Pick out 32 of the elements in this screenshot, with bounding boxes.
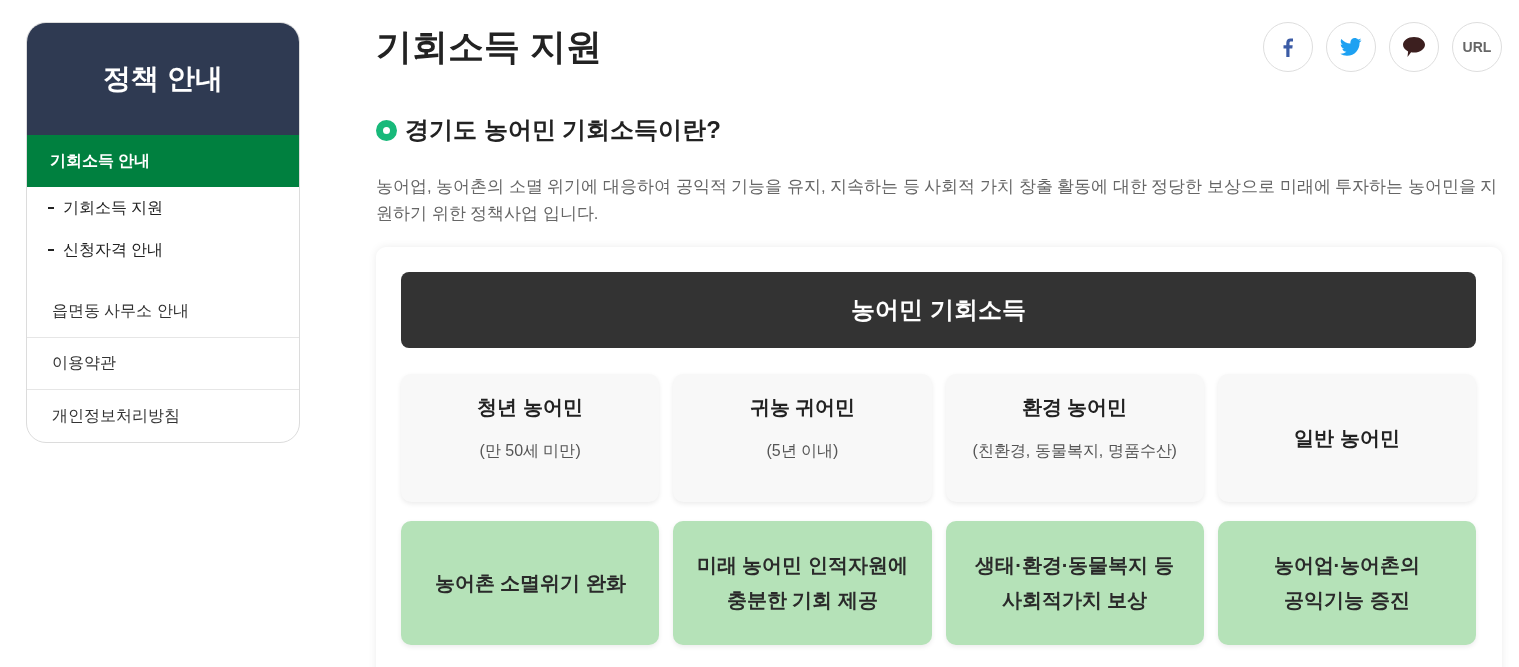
twitter-share-button[interactable] <box>1326 22 1376 72</box>
sidebar-title: 정책 안내 <box>27 23 299 135</box>
sidebar-subitem[interactable]: 신청자격 안내 <box>63 239 164 261</box>
page-title: 기회소득 지원 <box>376 25 602 69</box>
group-note: (친환경, 동물복지, 명품수산) <box>972 441 1177 461</box>
facebook-share-button[interactable] <box>1263 22 1313 72</box>
group-title: 청년 농어민 <box>477 395 583 420</box>
group-title: 귀농 귀어민 <box>749 395 856 420</box>
ring-icon <box>376 119 397 141</box>
goal-tile: 농어촌 소멸위기 완화 <box>401 521 660 645</box>
group-note: (5년 이내) <box>766 441 839 461</box>
bird-icon <box>1340 38 1362 56</box>
section-heading: 경기도 농어민 기회소득이란? <box>405 115 721 145</box>
sidebar-subitem[interactable]: 기회소득 지원 <box>63 197 164 219</box>
speech-bubble-icon <box>1403 37 1425 57</box>
group-title: 환경 농어민 <box>1021 395 1128 420</box>
goal-tile: 생태·환경·동물복지 등 사회적가치 보상 <box>945 521 1204 645</box>
card-banner: 농어민 기회소득 <box>401 272 1476 348</box>
dash-icon <box>48 249 54 251</box>
dash-icon <box>48 207 54 209</box>
sidebar-item[interactable]: 기회소득 안내 <box>27 135 299 187</box>
group-note: (만 50세 미만) <box>479 441 581 461</box>
sidebar-item[interactable]: 이용약관 <box>27 338 299 390</box>
intro-paragraph: 농어업, 농어촌의 소멸 위기에 대응하여 공익적 기능을 유지, 지속하는 등 사회적 가치 창출 활동에 대한 정당한 보상으로 미래에 투자하는 농어민을 지원하기 위한 정책사업 입니다. <box>376 176 1499 225</box>
goal-tile: 농어업·농어촌의 공익기능 증진 <box>1217 521 1476 645</box>
facebook-icon <box>1283 37 1293 57</box>
talk-share-button[interactable] <box>1389 22 1439 72</box>
group-title: 일반 농어민 <box>1294 426 1400 451</box>
sidebar-item[interactable]: 개인정보처리방침 <box>27 390 299 442</box>
goal-tile: 미래 농어민 인적자원에 충분한 기회 제공 <box>673 521 932 645</box>
sidebar-item[interactable]: 읍면동 사무소 안내 <box>27 286 299 338</box>
url-copy-button[interactable]: URL <box>1452 22 1502 72</box>
